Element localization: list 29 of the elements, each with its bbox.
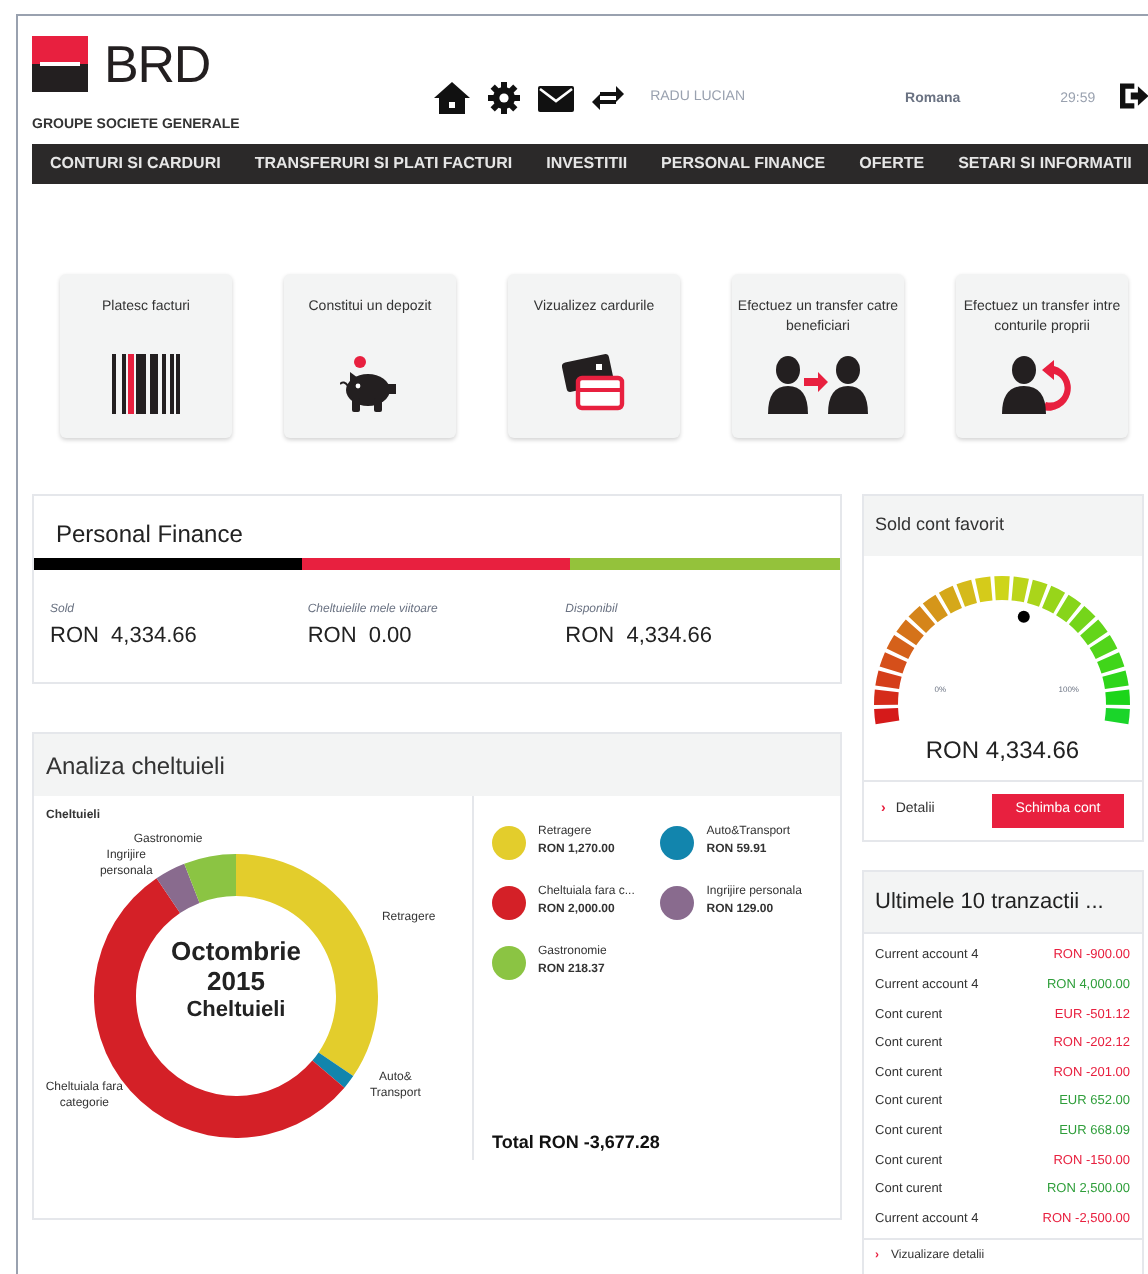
amount-value: RON 4,334.66 <box>50 622 199 652</box>
home-icon[interactable] <box>434 82 471 114</box>
chart-center-label: Cheltuieli <box>186 996 286 1026</box>
mail-icon[interactable] <box>538 85 575 111</box>
credit-cards-icon <box>562 354 626 414</box>
logo-icon <box>32 36 88 92</box>
total-amount: Total RON -3,677.28 <box>492 1129 662 1155</box>
nav-tab[interactable]: SETARI SI INFORMATII <box>958 152 1132 176</box>
nav-tab[interactable]: CONTURI SI CARDURI <box>50 152 221 176</box>
nav-tab[interactable]: TRANSFERURI SI PLATI FACTURI <box>254 152 513 176</box>
card-title: Personal Finance <box>54 518 245 552</box>
card-title: Ultimele 10 tranzactii ... <box>875 887 1104 918</box>
card-title: Analiza cheltuieli <box>46 749 225 783</box>
nav-tab[interactable]: OFERTE <box>859 152 925 176</box>
chart-center-year: 2015 <box>207 966 265 996</box>
nav-tab[interactable]: INVESTITII <box>546 152 628 176</box>
user-transfer-icon <box>768 354 868 414</box>
nav-tab[interactable]: PERSONAL FINANCE <box>661 152 826 176</box>
settings-icon[interactable] <box>488 82 521 114</box>
brand-logo-text: BRD <box>104 38 210 90</box>
amount-value: RON 4,334.66 <box>565 622 715 652</box>
chart-center-month: Octombrie <box>170 936 301 966</box>
balance-amount: RON 4,334.66 <box>923 734 1082 768</box>
logout-icon[interactable] <box>1119 80 1148 112</box>
amount-value: RON 0.00 <box>307 622 414 652</box>
piggy-bank-icon <box>340 354 400 414</box>
swap-arrows-icon[interactable] <box>592 86 625 110</box>
card-title: Sold cont favorit <box>875 512 1005 539</box>
barcode-icon <box>112 354 180 414</box>
